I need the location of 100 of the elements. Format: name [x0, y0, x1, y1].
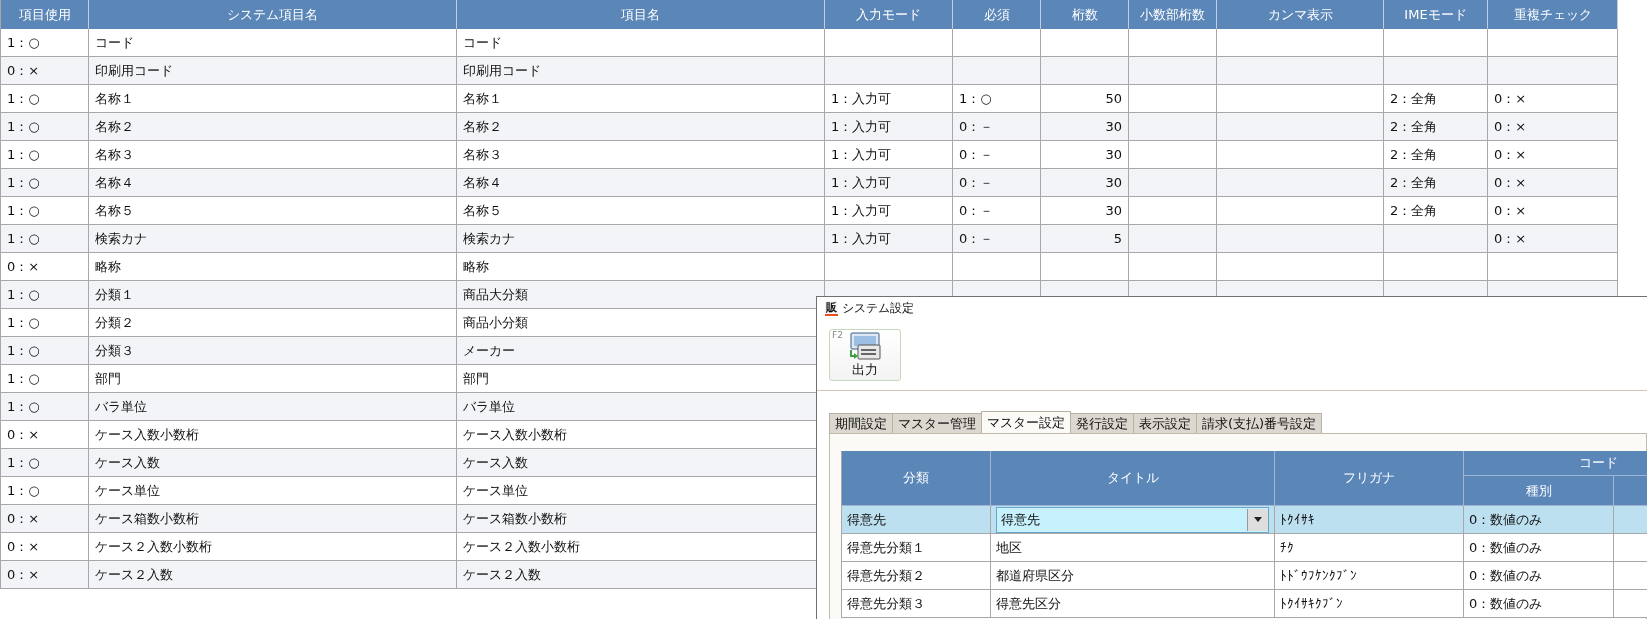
table-cell: 1：○: [1, 197, 89, 225]
table-cell: 分類２: [89, 309, 457, 337]
table-cell: 1：○: [1, 141, 89, 169]
column-header: コード: [1464, 451, 1647, 476]
table-cell: 0：×: [1488, 197, 1618, 225]
table-cell: 名称４: [89, 169, 457, 197]
table-cell: 分類３: [89, 337, 457, 365]
grid-cell: 地区: [991, 534, 1275, 562]
tab[interactable]: 表示設定: [1133, 413, 1197, 433]
table-cell: ケース箱数小数桁: [89, 505, 457, 533]
table-cell: 印刷用コード: [89, 57, 457, 85]
table-cell: 0：－: [953, 225, 1041, 253]
tab[interactable]: 請求(支払)番号設定: [1196, 413, 1323, 433]
table-cell: コード: [457, 29, 825, 57]
tab[interactable]: 期間設定: [829, 413, 893, 433]
table-cell: 0：×: [1488, 85, 1618, 113]
table-cell: 5: [1041, 225, 1129, 253]
dropdown-button[interactable]: [1247, 508, 1268, 531]
table-cell: 商品大分類: [457, 281, 825, 309]
table-cell: 0：－: [953, 197, 1041, 225]
table-cell: 0：－: [953, 113, 1041, 141]
table-cell: 0：－: [953, 169, 1041, 197]
table-cell: 2：全角: [1384, 85, 1488, 113]
table-cell: 1：○: [1, 365, 89, 393]
table-cell: 30: [1041, 141, 1129, 169]
column-header: 入力モード: [825, 0, 953, 29]
table-cell: 0：×: [1488, 113, 1618, 141]
table-cell: 1：○: [1, 225, 89, 253]
grid-cell: 得意先分類３: [842, 590, 991, 618]
table-cell: 0：×: [1488, 141, 1618, 169]
output-button[interactable]: F2 出力: [829, 328, 901, 381]
table-cell: 1：入力可: [825, 197, 953, 225]
table-cell: 1：○: [1, 477, 89, 505]
column-header: 分類: [842, 451, 991, 506]
table-cell: 0：×: [1, 561, 89, 589]
grid-cell: ﾄﾄﾞｳﾌｹﾝｸﾌﾞﾝ: [1275, 562, 1464, 590]
app-logo: 販: [825, 300, 838, 316]
table-cell: 0：×: [1, 421, 89, 449]
printer-icon: [848, 331, 882, 362]
table-cell: 1：○: [1, 281, 89, 309]
table-cell: 名称３: [89, 141, 457, 169]
table-cell: 1：入力可: [825, 169, 953, 197]
table-cell: 1：○: [1, 449, 89, 477]
grid-cell: ﾄｸｲｻｷ: [1275, 506, 1464, 534]
table-cell: 0：×: [1, 533, 89, 561]
table-cell: 名称４: [457, 169, 825, 197]
column-header: 重複チェック: [1488, 0, 1618, 29]
column-header: 種別: [1464, 476, 1614, 506]
table-cell: 0：×: [1, 505, 89, 533]
table-cell: 名称３: [457, 141, 825, 169]
table-cell: 検索カナ: [457, 225, 825, 253]
window-title: システム設定: [842, 299, 914, 317]
table-cell: 検索カナ: [89, 225, 457, 253]
column-header: 小数部桁数: [1129, 0, 1217, 29]
table-cell: 2：全角: [1384, 197, 1488, 225]
table-cell: 名称１: [89, 85, 457, 113]
column-header: IMEモード: [1384, 0, 1488, 29]
table-cell: 1：○: [1, 29, 89, 57]
table-cell: 1：○: [1, 393, 89, 421]
column-header: 必須: [953, 0, 1041, 29]
tab[interactable]: マスター管理: [892, 413, 982, 433]
table-cell: 1：○: [1, 113, 89, 141]
table-cell: 30: [1041, 197, 1129, 225]
table-cell: コード: [89, 29, 457, 57]
table-cell: ケース入数小数桁: [89, 421, 457, 449]
grid-cell: 得意先区分: [991, 590, 1275, 618]
table-cell: 1：入力可: [825, 225, 953, 253]
column-header: フリガナ: [1275, 451, 1464, 506]
column-header: 桁数: [1041, 0, 1129, 29]
grid-cell: 得意先分類１: [842, 534, 991, 562]
grid-cell: 得意先: [842, 506, 991, 534]
table-cell: 1：入力可: [825, 85, 953, 113]
table-cell: 分類１: [89, 281, 457, 309]
table-cell: 1：○: [1, 309, 89, 337]
table-cell: 部門: [89, 365, 457, 393]
table-cell: 1：○: [953, 85, 1041, 113]
grid-cell: 得意先分類２: [842, 562, 991, 590]
table-cell: 1：○: [1, 85, 89, 113]
column-header: タイトル: [991, 451, 1275, 506]
table-cell: 0：×: [1, 57, 89, 85]
table-cell: 50: [1041, 85, 1129, 113]
table-cell: 名称１: [457, 85, 825, 113]
grid-cell: 0：数値のみ: [1464, 506, 1614, 534]
grid-cell: 0：数値のみ: [1464, 534, 1614, 562]
table-cell: 名称２: [89, 113, 457, 141]
table-cell: ケース２入数: [89, 561, 457, 589]
table-cell: 0：×: [1488, 225, 1618, 253]
table-cell: 略称: [89, 253, 457, 281]
table-cell: ケース入数: [89, 449, 457, 477]
table-cell: 1：入力可: [825, 113, 953, 141]
table-cell: 2：全角: [1384, 169, 1488, 197]
grid-cell: 都道府県区分: [991, 562, 1275, 590]
title-combo-field[interactable]: 得意先: [996, 506, 1269, 533]
table-cell: 0：×: [1, 253, 89, 281]
tab[interactable]: 発行設定: [1070, 413, 1134, 433]
tab[interactable]: マスター設定: [981, 411, 1071, 433]
column-header: システム項目名: [89, 0, 457, 29]
grid-cell: ﾄｸｲｻｷｸﾌﾞﾝ: [1275, 590, 1464, 618]
table-cell: 2：全角: [1384, 113, 1488, 141]
table-cell: 0：－: [953, 141, 1041, 169]
